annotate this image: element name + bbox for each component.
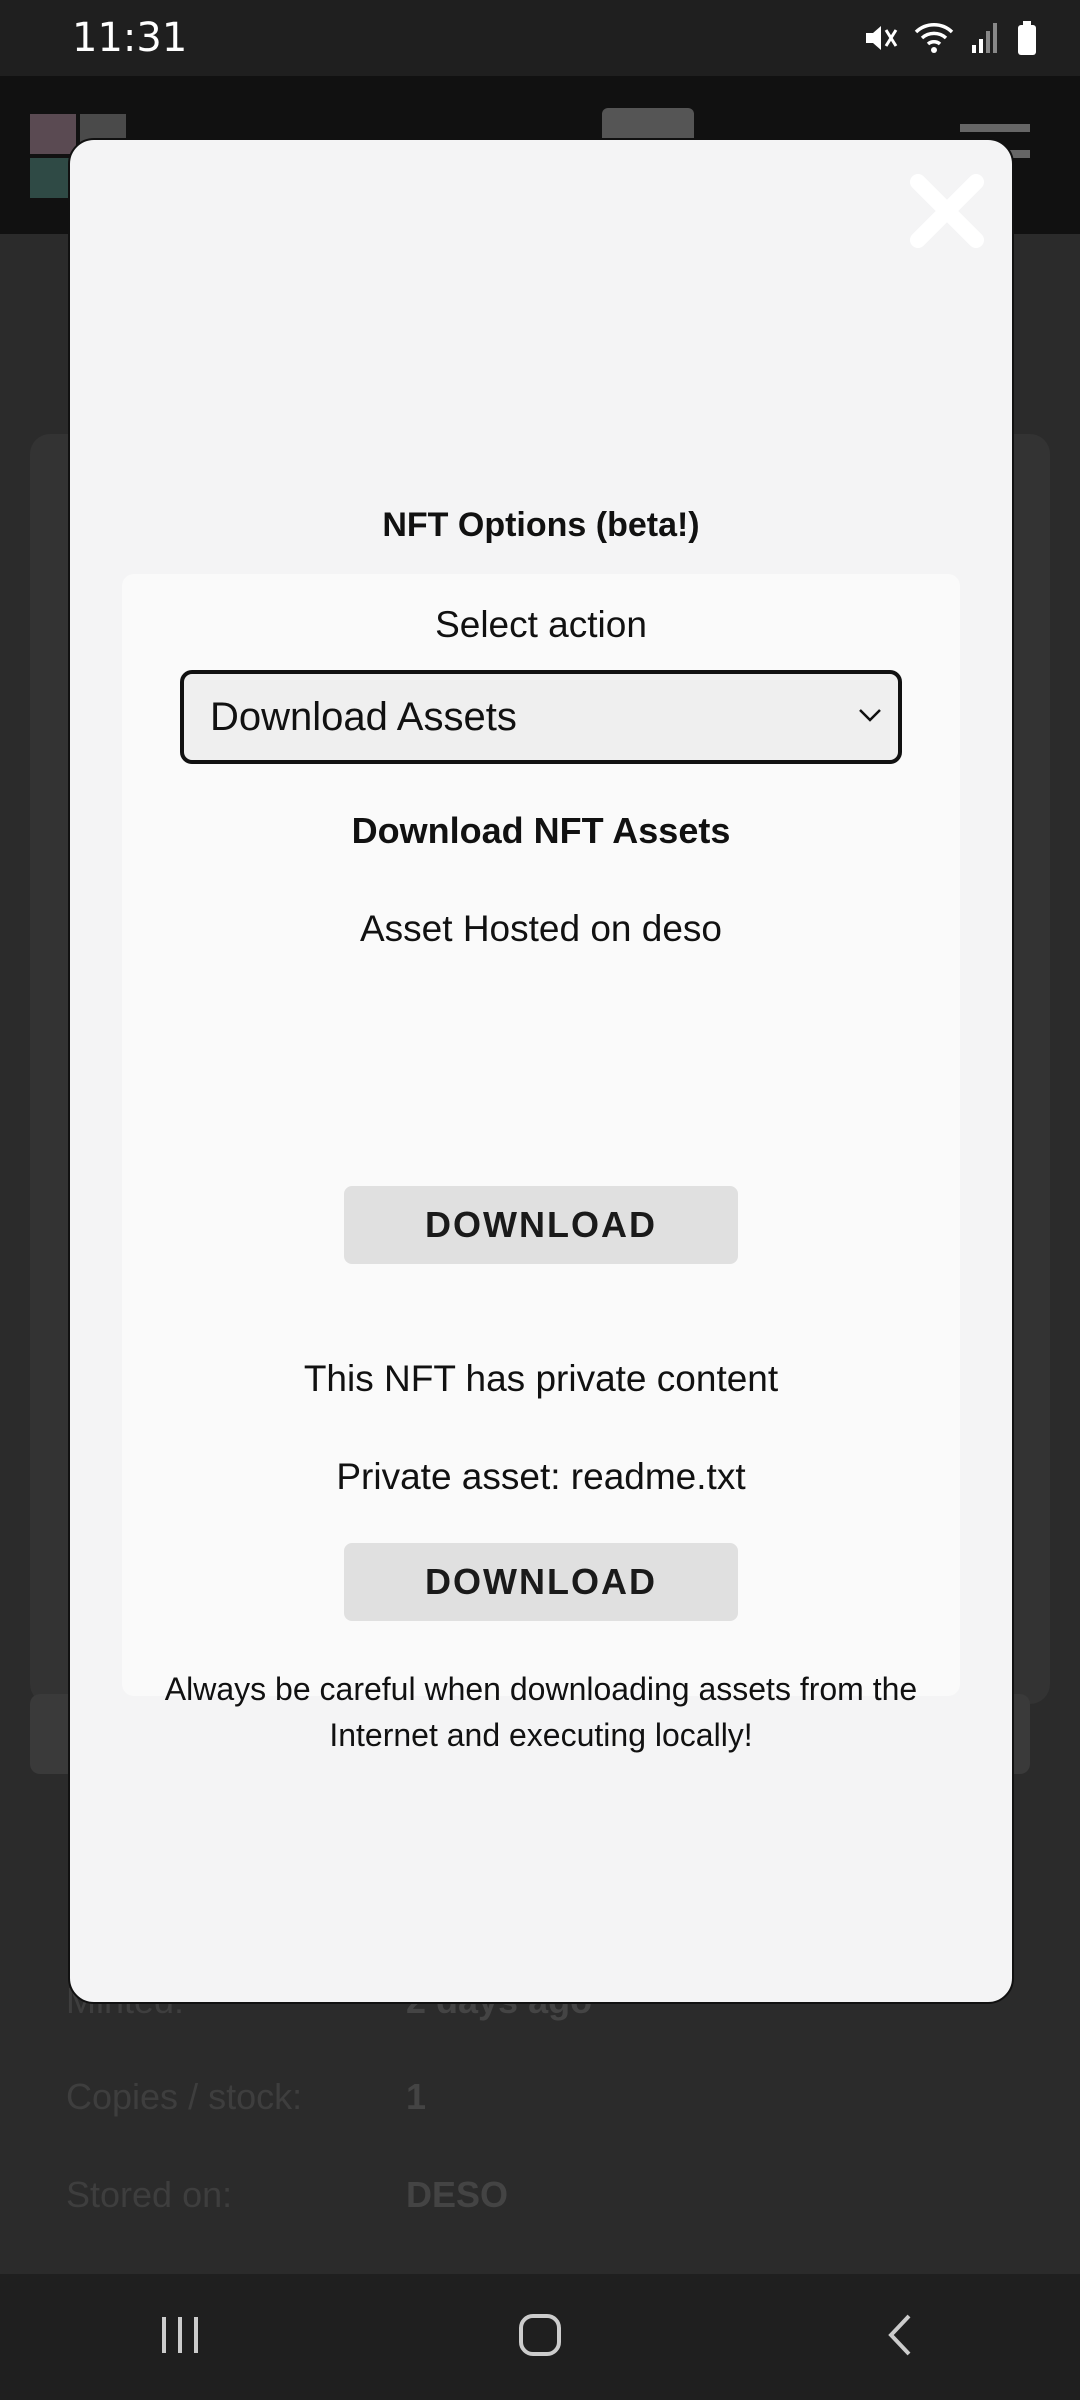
detail-row: Stored on: DESO: [66, 2174, 508, 2216]
chevron-down-icon: [856, 705, 884, 730]
back-button[interactable]: [840, 2287, 960, 2387]
home-button[interactable]: [480, 2287, 600, 2387]
recents-icon: [158, 2315, 202, 2360]
options-panel: Select action Download Assets Download N…: [122, 574, 960, 1753]
download-button[interactable]: DOWNLOAD: [344, 1186, 738, 1264]
asset-hosted-text: Asset Hosted on deso: [360, 908, 722, 949]
section-heading: Download NFT Assets: [351, 810, 731, 851]
nav-bar: [0, 2274, 1080, 2400]
detail-label: Stored on:: [66, 2174, 233, 2215]
back-icon: [885, 2312, 915, 2363]
signal-icon: [970, 21, 1000, 55]
status-time: 11:31: [72, 15, 188, 61]
detail-value: DESO: [406, 2174, 509, 2215]
nft-options-modal: NFT Options (beta!) Select action Downlo…: [68, 138, 1014, 2004]
detail-label: Copies / stock:: [66, 2076, 303, 2117]
screen: 11:31 Minted: 2 days ago: [0, 0, 1080, 2400]
status-bar: 11:31: [0, 0, 1080, 76]
select-label: Select action: [435, 604, 647, 645]
close-button[interactable]: [904, 170, 990, 256]
select-value: Download Assets: [210, 694, 517, 739]
wifi-icon: [914, 20, 954, 56]
status-icons: [862, 20, 1038, 56]
warning-text: Always be careful when downloading asset…: [164, 1671, 918, 1753]
private-content-text: This NFT has private content: [303, 1358, 779, 1399]
detail-row: Copies / stock: 1: [66, 2076, 426, 2118]
close-icon: [908, 172, 986, 255]
recents-button[interactable]: [120, 2287, 240, 2387]
battery-icon: [1016, 20, 1038, 56]
private-asset-text: Private asset: readme.txt: [336, 1456, 746, 1497]
download-private-button[interactable]: DOWNLOAD: [344, 1543, 738, 1621]
mute-icon: [862, 20, 898, 56]
detail-value: 1: [406, 2076, 427, 2117]
modal-title: NFT Options (beta!): [382, 506, 700, 544]
home-icon: [517, 2312, 563, 2363]
action-select[interactable]: Download Assets: [180, 670, 902, 764]
